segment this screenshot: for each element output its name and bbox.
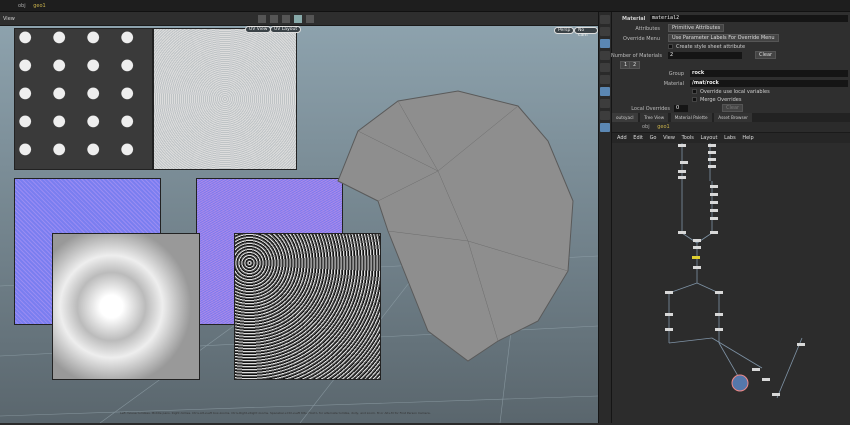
group-label: Group: [668, 71, 684, 77]
path-geo1[interactable]: geo1: [657, 122, 670, 133]
menu-edit[interactable]: Edit: [633, 133, 643, 143]
output-node-icon: [731, 374, 749, 392]
camera-icon[interactable]: [306, 15, 314, 23]
menu-add[interactable]: Add: [617, 133, 627, 143]
snap-icon[interactable]: [258, 15, 266, 23]
menu-layout[interactable]: Layout: [700, 133, 717, 143]
uv-view-button[interactable]: UV View: [245, 26, 272, 33]
uv-layout-button[interactable]: UV Layout: [270, 26, 302, 33]
local-overrides-label: Local Overrides: [631, 106, 670, 112]
style-sheet-checkbox[interactable]: [668, 44, 673, 49]
display-points-icon[interactable]: [600, 87, 610, 96]
menu-help[interactable]: Help: [742, 133, 753, 143]
viewport-toolbar: [598, 12, 612, 423]
menu-labs[interactable]: Labs: [724, 133, 736, 143]
override-local-checkbox[interactable]: [692, 89, 697, 94]
menu-go[interactable]: Go: [650, 133, 657, 143]
attributes-label: Attributes: [635, 26, 660, 32]
style-sheet-label: Create style sheet attribute: [676, 44, 746, 50]
group-field[interactable]: rock: [690, 70, 848, 77]
home-icon[interactable]: [600, 15, 610, 24]
tab-asset-browser[interactable]: Asset Browser: [714, 113, 752, 122]
network-menu-bar: Add Edit Go View Tools Layout Labs Help: [612, 133, 850, 143]
num-materials-field[interactable]: 2: [668, 52, 742, 59]
merge-overrides-checkbox[interactable]: [692, 97, 697, 102]
top-bar: obj geo1: [0, 0, 850, 12]
texture-roughness: [153, 28, 297, 170]
display-menu-button[interactable]: No cam: [574, 27, 598, 38]
node-boxes: [665, 144, 805, 396]
display-flag-node: [692, 256, 700, 259]
num-materials-label: Number of Materials: [610, 53, 662, 59]
clear-button[interactable]: Clear: [755, 51, 777, 59]
viewport-header: View: [0, 12, 598, 26]
texture-ambient-occlusion: [52, 233, 200, 380]
menu-tools[interactable]: Tools: [682, 133, 694, 143]
tab-tree-view[interactable]: Tree View: [640, 113, 669, 122]
override-menu-select[interactable]: Use Parameter Labels For Override Menu: [668, 34, 779, 42]
network-path-bar: obj geo1: [612, 122, 850, 133]
menu-view[interactable]: View: [663, 133, 675, 143]
local-overrides-clear[interactable]: Clear: [722, 104, 744, 112]
wireframe-icon[interactable]: [600, 111, 610, 120]
viewport-label: View: [3, 16, 15, 22]
handle-icon[interactable]: [600, 75, 610, 84]
attributes-select[interactable]: Primitive Attributes: [668, 24, 725, 32]
node-type-label: Material: [622, 16, 646, 22]
snap-point-icon[interactable]: [282, 15, 290, 23]
material-tab-2[interactable]: 2: [629, 61, 641, 69]
node-network: [665, 143, 805, 399]
path-obj[interactable]: obj: [642, 122, 650, 133]
tab-material-palette[interactable]: Material Palette: [670, 113, 712, 122]
node-name-field[interactable]: material2: [650, 15, 848, 22]
override-menu-label: Override Menu: [623, 36, 660, 42]
shaded-icon[interactable]: [600, 123, 610, 132]
merge-overrides-label: Merge Overrides: [700, 97, 742, 103]
status-hint: Left mouse tumbles. Middle pans. Right d…: [120, 411, 431, 415]
light-icon[interactable]: [600, 99, 610, 108]
parameter-pane: Material material2 Attributes Primitive …: [611, 12, 850, 113]
rock-mesh: [337, 90, 574, 362]
camera-menu-button[interactable]: Persp: [554, 27, 575, 34]
local-overrides-field[interactable]: 0: [674, 105, 688, 112]
3d-viewport[interactable]: UV View UV Layout Persp No cam Left mous…: [0, 26, 598, 423]
material-path-field[interactable]: /mat/rock: [690, 80, 848, 87]
scale-icon[interactable]: [600, 63, 610, 72]
pane-tabs: outsyacl Tree View Material Palette Asse…: [612, 113, 850, 122]
texture-albedo-tiles: [14, 28, 153, 170]
tab-network[interactable]: outsyacl: [612, 113, 638, 122]
crumb-geo1[interactable]: geo1: [33, 0, 46, 12]
snap-grid-icon[interactable]: [270, 15, 278, 23]
crumb-obj[interactable]: obj: [18, 0, 26, 12]
material-label: Material: [663, 81, 684, 87]
node-graph[interactable]: [612, 143, 850, 423]
override-local-label: Override use local variables: [700, 89, 770, 95]
display-options-icon[interactable]: [294, 15, 302, 23]
